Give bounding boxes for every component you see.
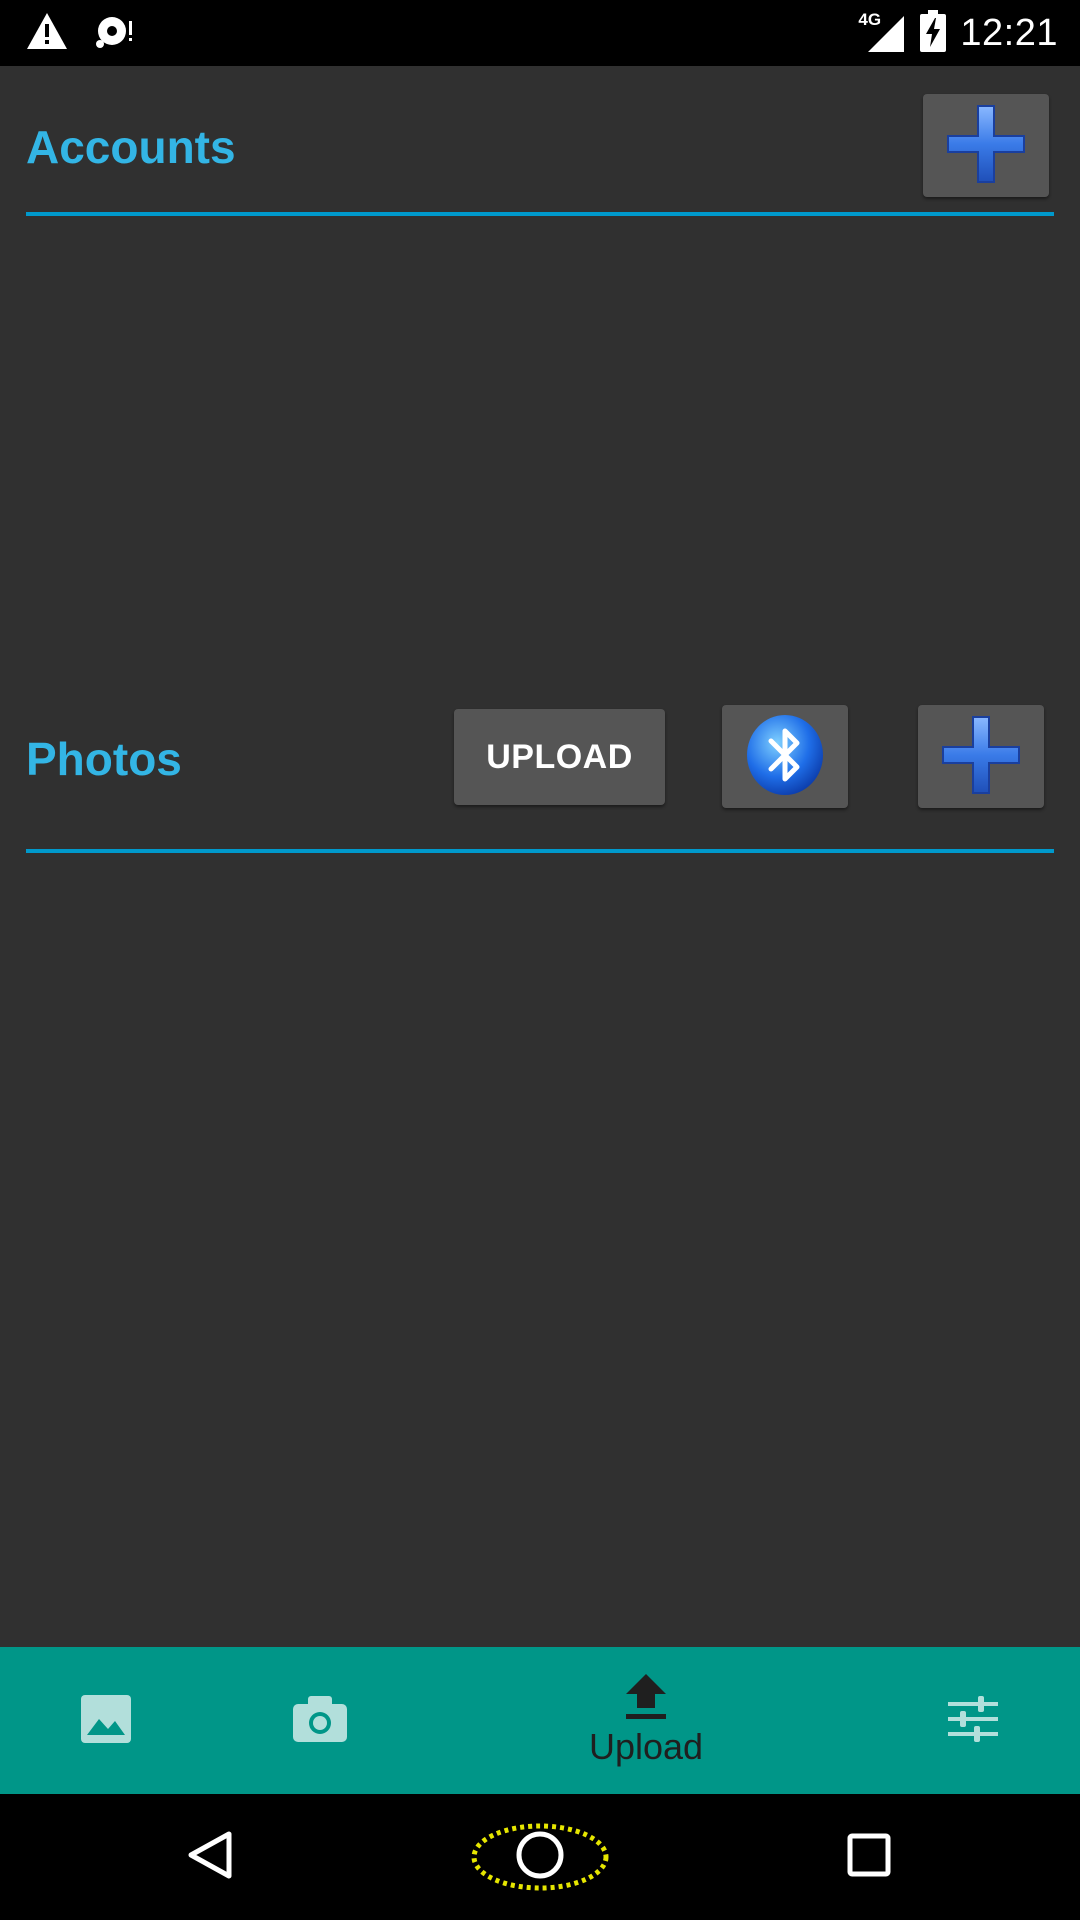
home-button[interactable] [470,1817,610,1897]
system-status-icons: 4G 12:21 [858,8,1058,58]
plus-icon [939,713,1023,801]
back-button[interactable] [170,1822,250,1892]
nav-item-camera[interactable] [270,1647,370,1794]
accounts-divider [26,212,1054,216]
sync-problem-icon [94,11,136,55]
nav-item-upload-label: Upload [588,1725,704,1767]
home-icon [515,1830,565,1884]
upload-button[interactable]: UPLOAD [454,709,665,805]
signal-icon: 4G [858,10,906,54]
accounts-title: Accounts [26,121,236,173]
plus-icon [944,102,1028,190]
screen: 4G 12:21 Accounts Photos UPLOAD Upload [0,0,1080,1920]
bottom-navigation: Upload [0,1647,1080,1794]
nav-item-gallery[interactable] [56,1647,156,1794]
photos-title: Photos [26,733,182,785]
nav-item-settings[interactable] [923,1647,1023,1794]
tune-icon [948,1695,998,1746]
nav-item-upload[interactable]: Upload [566,1647,726,1794]
back-icon [187,1830,233,1884]
system-navigation-bar [0,1794,1080,1920]
bluetooth-button[interactable] [722,705,848,808]
battery-charging-icon [920,10,947,56]
camera-icon [293,1695,347,1746]
recents-button[interactable] [829,1822,909,1892]
warning-icon [26,12,68,54]
add-account-button[interactable] [923,94,1049,197]
notification-icons [26,10,136,56]
recents-icon [847,1833,891,1881]
clock: 12:21 [960,11,1058,54]
upload-icon [624,1673,668,1724]
add-photo-button[interactable] [918,705,1044,808]
image-icon [81,1694,131,1747]
photos-divider [26,849,1054,853]
bluetooth-icon [743,713,827,801]
status-bar: 4G 12:21 [0,0,1080,66]
